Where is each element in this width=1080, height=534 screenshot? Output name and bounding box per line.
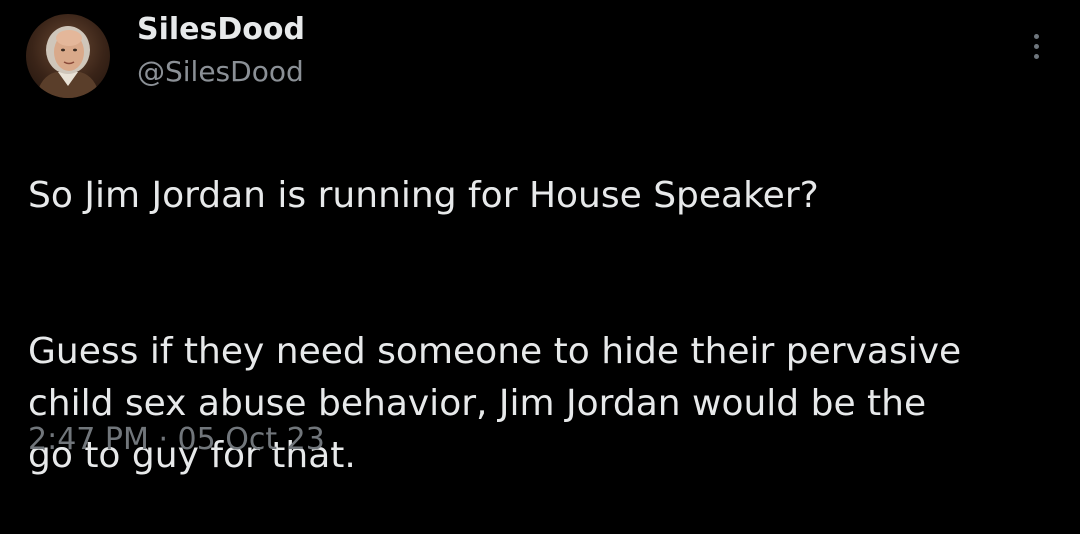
- tweet-time: 2:47 PM: [28, 422, 149, 457]
- author-display-name[interactable]: SilesDood: [137, 10, 305, 50]
- more-vertical-icon: [1033, 33, 1039, 39]
- meta-separator: ·: [158, 422, 168, 457]
- tweet-date: 05 Oct 23: [177, 422, 325, 457]
- tweet-timestamp[interactable]: 2:47 PM · 05 Oct 23: [28, 418, 325, 462]
- avatar[interactable]: [26, 14, 110, 98]
- author-handle[interactable]: @SilesDood: [137, 52, 304, 92]
- tweet-text: So Jim Jordan is running for House Speak…: [28, 118, 1058, 534]
- portrait-icon: [36, 26, 100, 98]
- tweet-card: SilesDood @SilesDood So Jim Jordan is ru…: [0, 0, 1080, 479]
- more-options-button[interactable]: [1022, 28, 1050, 64]
- tweet-paragraph: So Jim Jordan is running for House Speak…: [28, 175, 819, 216]
